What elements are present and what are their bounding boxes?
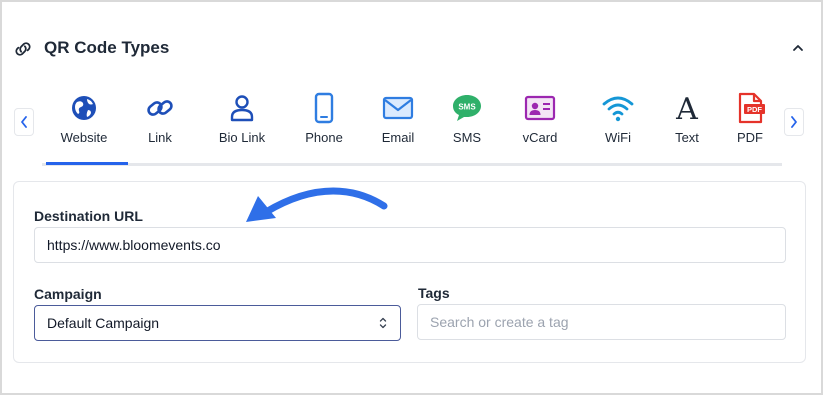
chevron-left-icon <box>21 116 27 128</box>
qr-type-label: SMS <box>452 130 482 145</box>
qr-type-label: Phone <box>305 130 343 145</box>
destination-url-input[interactable]: https://www.bloomevents.co <box>34 227 786 263</box>
link-icon <box>147 100 173 116</box>
qr-type-sms[interactable]: SMS SMS <box>427 88 507 162</box>
chevron-up-icon[interactable] <box>788 38 808 58</box>
chevron-up-down-icon <box>379 317 387 329</box>
qr-type-label: vCard <box>522 130 558 145</box>
scroll-left-button[interactable] <box>14 108 34 136</box>
chevron-right-icon <box>791 116 797 128</box>
qr-type-vcard[interactable]: vCard <box>500 88 580 162</box>
campaign-selected-value: Default Campaign <box>47 315 160 331</box>
svg-text:PDF: PDF <box>747 105 762 114</box>
qr-type-label: WiFi <box>605 130 631 145</box>
tags-input[interactable]: Search or create a tag <box>417 304 786 340</box>
text-icon: A <box>675 92 698 124</box>
annotation-arrow <box>246 187 388 222</box>
qr-type-label: Link <box>148 130 172 145</box>
campaign-label: Campaign <box>34 286 102 302</box>
qr-type-label: Website <box>60 130 108 145</box>
qr-type-wifi[interactable]: WiFi <box>578 88 658 162</box>
destination-url-value: https://www.bloomevents.co <box>47 237 221 253</box>
qr-code-types-panel: QR Code Types Website Link Bio Link Phon… <box>0 0 823 395</box>
qr-type-list: Website Link Bio Link Phone Email SMS SM… <box>42 88 782 166</box>
globe-icon <box>72 96 96 120</box>
svg-text:A: A <box>675 92 698 124</box>
qr-type-email[interactable]: Email <box>358 88 438 162</box>
email-icon <box>382 96 414 120</box>
section-title: QR Code Types <box>44 38 170 57</box>
campaign-select[interactable]: Default Campaign <box>34 305 401 341</box>
person-icon <box>230 95 254 122</box>
qr-type-phone[interactable]: Phone <box>284 88 364 162</box>
scroll-right-button[interactable] <box>784 108 804 136</box>
qr-type-label: Bio Link <box>218 130 266 145</box>
qr-form-card: Destination URL https://www.bloomevents.… <box>13 181 806 363</box>
tags-label: Tags <box>418 285 450 301</box>
pdf-icon: PDF <box>738 92 765 124</box>
vcard-icon <box>524 95 556 121</box>
qr-type-bio-link[interactable]: Bio Link <box>202 88 282 162</box>
wifi-icon <box>602 96 634 122</box>
sms-icon: SMS <box>453 95 481 121</box>
link-icon <box>15 42 31 56</box>
qr-type-selector: Website Link Bio Link Phone Email SMS SM… <box>12 88 812 166</box>
tags-placeholder: Search or create a tag <box>430 314 569 330</box>
destination-url-label: Destination URL <box>34 208 143 224</box>
qr-type-label: Email <box>381 130 415 145</box>
qr-type-label: PDF <box>737 130 763 145</box>
qr-type-website[interactable]: Website <box>44 88 128 165</box>
svg-text:SMS: SMS <box>458 103 476 112</box>
section-header[interactable]: QR Code Types <box>12 36 812 64</box>
phone-icon <box>314 92 334 124</box>
qr-type-link[interactable]: Link <box>120 88 200 162</box>
qr-type-pdf[interactable]: PDF PDF <box>710 88 790 162</box>
